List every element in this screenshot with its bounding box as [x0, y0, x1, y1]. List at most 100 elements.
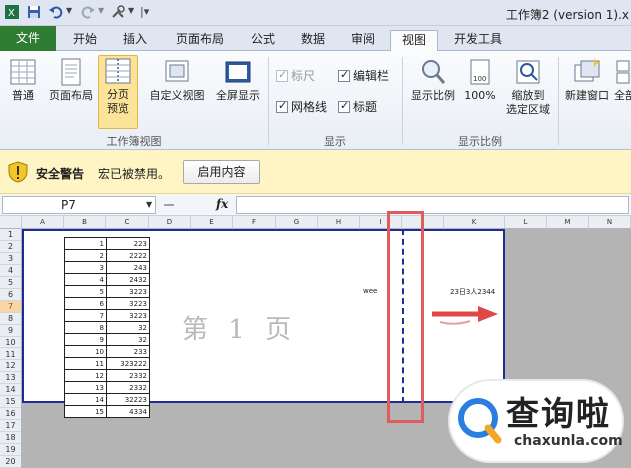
- column-header-m[interactable]: M: [547, 216, 589, 229]
- headings-checkbox[interactable]: 标题: [338, 98, 377, 115]
- row-header[interactable]: 8: [0, 313, 21, 325]
- name-box[interactable]: P7: [2, 196, 156, 214]
- customize-qat-icon[interactable]: |▾: [140, 5, 149, 18]
- table-cell[interactable]: 6: [64, 297, 107, 310]
- table-cell[interactable]: 5: [64, 285, 107, 298]
- table-cell[interactable]: 2332: [106, 369, 150, 382]
- table-cell[interactable]: 4: [64, 273, 107, 286]
- arrange-all-button[interactable]: 全部: [614, 57, 631, 103]
- excel-icon[interactable]: X: [4, 4, 20, 20]
- row-header[interactable]: 14: [0, 384, 21, 397]
- table-cell[interactable]: 7: [64, 309, 107, 322]
- table-cell[interactable]: 243: [106, 261, 150, 274]
- table-cell[interactable]: 14: [64, 393, 107, 406]
- tab-view[interactable]: 视图: [390, 30, 438, 52]
- tab-home[interactable]: 开始: [62, 30, 108, 51]
- zoom-100-button[interactable]: 100 100%: [460, 57, 500, 103]
- ruler-checkbox[interactable]: 标尺: [276, 67, 315, 84]
- row-header[interactable]: 13: [0, 372, 21, 385]
- undo-icon[interactable]: [48, 4, 64, 20]
- table-cell[interactable]: 3: [64, 261, 107, 274]
- page-layout-view-button[interactable]: 页面布局: [44, 57, 98, 103]
- undo-dropdown-icon[interactable]: ▼: [66, 6, 72, 15]
- column-header-h[interactable]: H: [318, 216, 360, 229]
- tab-review[interactable]: 审阅: [340, 30, 386, 51]
- row-header[interactable]: 2: [0, 241, 21, 253]
- gridlines-checkbox[interactable]: 网格线: [276, 98, 327, 115]
- zoom-button[interactable]: 显示比例: [406, 57, 460, 103]
- select-all-corner[interactable]: [0, 216, 22, 229]
- table-cell[interactable]: 1: [64, 237, 107, 250]
- table-cell[interactable]: 12: [64, 369, 107, 382]
- formula-input[interactable]: [236, 196, 629, 214]
- table-cell[interactable]: 3223: [106, 297, 150, 310]
- cell-i6[interactable]: wee: [363, 287, 377, 295]
- column-header-n[interactable]: N: [589, 216, 631, 229]
- row-header[interactable]: 16: [0, 408, 21, 421]
- page-break-preview-button[interactable]: 分页 预览: [98, 55, 138, 129]
- tab-formulas[interactable]: 公式: [240, 30, 286, 51]
- row-header[interactable]: 1: [0, 229, 21, 241]
- custom-views-button[interactable]: 自定义视图: [144, 57, 210, 103]
- cell-k6[interactable]: 23日3人2344: [450, 287, 495, 297]
- row-header[interactable]: 20: [0, 456, 21, 468]
- table-cell[interactable]: 2222: [106, 249, 150, 262]
- row-header[interactable]: 17: [0, 420, 21, 433]
- table-cell[interactable]: 32: [106, 333, 150, 346]
- table-cell[interactable]: 2: [64, 249, 107, 262]
- table-cell[interactable]: 11: [64, 357, 107, 370]
- save-icon[interactable]: [26, 4, 42, 20]
- column-header-d[interactable]: D: [149, 216, 191, 229]
- table-cell[interactable]: 32: [106, 321, 150, 334]
- table-cell[interactable]: 15: [64, 405, 107, 418]
- name-box-dropdown-icon[interactable]: ▼: [146, 200, 152, 209]
- insert-function-icon[interactable]: fx: [216, 197, 228, 211]
- table-cell[interactable]: 4334: [106, 405, 150, 418]
- row-header[interactable]: 10: [0, 337, 21, 349]
- table-cell[interactable]: 233: [106, 345, 150, 358]
- row-header[interactable]: 12: [0, 360, 21, 373]
- table-cell[interactable]: 3223: [106, 285, 150, 298]
- tab-insert[interactable]: 插入: [112, 30, 158, 51]
- table-cell[interactable]: 323222: [106, 357, 150, 370]
- column-header-f[interactable]: F: [233, 216, 276, 229]
- row-header[interactable]: 9: [0, 325, 21, 337]
- column-header-a[interactable]: A: [22, 216, 64, 229]
- table-cell[interactable]: 3223: [106, 309, 150, 322]
- column-header-c[interactable]: C: [106, 216, 149, 229]
- column-header-b[interactable]: B: [64, 216, 106, 229]
- row-header[interactable]: 7: [0, 300, 21, 313]
- row-header[interactable]: 6: [0, 289, 21, 301]
- zoom-to-selection-button[interactable]: 缩放到 选定区域: [500, 57, 556, 117]
- tools-icon[interactable]: [110, 4, 126, 20]
- table-cell[interactable]: 2332: [106, 381, 150, 394]
- table-cell[interactable]: 223: [106, 237, 150, 250]
- row-header[interactable]: 11: [0, 349, 21, 361]
- normal-view-button[interactable]: 普通: [4, 57, 42, 103]
- row-header[interactable]: 18: [0, 432, 21, 445]
- row-header[interactable]: 4: [0, 265, 21, 277]
- column-header-l[interactable]: L: [505, 216, 547, 229]
- formula-bar-resize-icon[interactable]: [162, 198, 176, 212]
- table-cell[interactable]: 13: [64, 381, 107, 394]
- tab-file[interactable]: 文件: [0, 26, 56, 51]
- table-cell[interactable]: 8: [64, 321, 107, 334]
- column-header-e[interactable]: E: [191, 216, 233, 229]
- new-window-button[interactable]: 新建窗口: [560, 57, 614, 103]
- column-header-g[interactable]: G: [276, 216, 318, 229]
- tab-data[interactable]: 数据: [290, 30, 336, 51]
- column-header-k[interactable]: K: [444, 216, 505, 229]
- redo-icon[interactable]: [80, 4, 96, 20]
- tools-dropdown-icon[interactable]: ▼: [128, 6, 134, 15]
- enable-content-button[interactable]: 启用内容: [183, 160, 260, 184]
- row-header[interactable]: 19: [0, 444, 21, 457]
- row-header[interactable]: 3: [0, 253, 21, 265]
- table-cell[interactable]: 10: [64, 345, 107, 358]
- tab-developer[interactable]: 开发工具: [444, 30, 512, 51]
- tab-page-layout[interactable]: 页面布局: [164, 30, 236, 51]
- table-cell[interactable]: 2432: [106, 273, 150, 286]
- table-cell[interactable]: 9: [64, 333, 107, 346]
- redo-dropdown-icon[interactable]: ▼: [98, 6, 104, 15]
- formula-bar-checkbox[interactable]: 编辑栏: [338, 67, 389, 84]
- row-header[interactable]: 5: [0, 277, 21, 289]
